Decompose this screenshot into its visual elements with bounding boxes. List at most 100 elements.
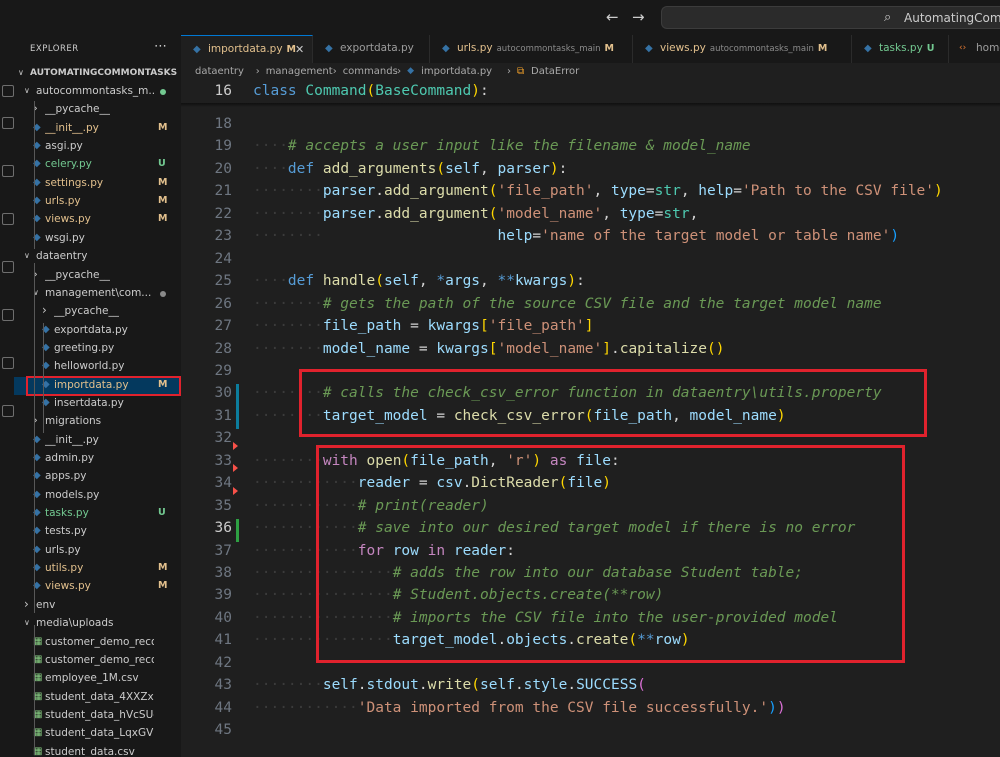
file-asgi-py[interactable]: ◆ asgi.py (14, 138, 181, 156)
extensions-icon[interactable] (2, 261, 14, 273)
code-text: ········parser.add_argument('file_path',… (253, 183, 943, 200)
run-debug-icon[interactable] (2, 213, 14, 225)
tree-item-label: wsgi.py (45, 231, 85, 244)
close-icon[interactable]: ✕ (295, 43, 304, 56)
tree-item-label: greeting.py (54, 341, 115, 354)
file-init-py[interactable]: ◆ __init__.py (14, 432, 181, 450)
tab-label: importdata.py M (208, 43, 296, 55)
file-apps-py[interactable]: ◆ apps.py (14, 468, 181, 486)
chevron-down-icon: ∨ (24, 86, 30, 95)
file-insertdata-py[interactable]: ◆ insertdata.py (14, 395, 181, 413)
file-urls-py[interactable]: ◆ urls.py M (14, 193, 181, 211)
file-student-data-4xxzxb2-csv[interactable]: ▦student_data_4XXZxb2.csv (14, 689, 181, 707)
code-line[interactable]: 22 ········parser.add_argument('model_nam… (181, 204, 1000, 227)
back-arrow-icon[interactable]: ← (606, 8, 619, 26)
line-number: 38 (214, 565, 232, 581)
code-line[interactable]: 25 ····def handle(self, *args, **kwargs): (181, 271, 1000, 294)
search-panel-icon[interactable] (2, 117, 14, 129)
file-tasks-py[interactable]: ◆ tasks.py U (14, 505, 181, 523)
sticky-scroll-line[interactable]: 16 class Command(BaseCommand): (181, 81, 1000, 104)
tab-importdata-py[interactable]: ◆ importdata.py M ✕ (181, 35, 313, 63)
code-line[interactable]: 26 ········# gets the path of the source … (181, 294, 1000, 317)
file-importdata-py[interactable]: ◆ importdata.py M (14, 375, 181, 396)
source-control-icon[interactable] (2, 165, 14, 177)
breadcrumb-item[interactable]: commands (343, 66, 398, 77)
indent-guide (34, 625, 35, 755)
folder-autocommontasks-m[interactable]: ∨ autocommontasks_m... (14, 83, 181, 101)
command-center-search[interactable]: ⌕ AutomatingComm (661, 6, 1000, 29)
folder-migrations[interactable]: › migrations (14, 413, 181, 431)
folder-management-com[interactable]: ∨ management\com... (14, 285, 181, 303)
code-line[interactable]: 28 ········model_name = kwargs['model_nam… (181, 339, 1000, 362)
line-number: 25 (214, 273, 232, 290)
file-celery-py[interactable]: ◆ celery.py U (14, 156, 181, 174)
code-line[interactable]: 23 ········ help='name of the target mode… (181, 226, 1000, 249)
code-line[interactable]: 45 (181, 720, 1000, 743)
explorer-icon[interactable] (2, 85, 14, 97)
folder-pycache[interactable]: › __pycache__ (14, 303, 181, 321)
project-root[interactable]: ∨ AUTOMATINGCOMMONTASKS (14, 65, 181, 83)
folder-pycache[interactable]: › __pycache__ (14, 267, 181, 285)
explorer-header: EXPLORER (30, 44, 79, 54)
file-utils-py[interactable]: ◆ utils.py M (14, 560, 181, 578)
breadcrumb-item[interactable]: management (266, 66, 333, 77)
breadcrumb-item[interactable]: dataentry (195, 66, 244, 77)
code-line[interactable]: 24 (181, 249, 1000, 272)
code-line[interactable]: 44 ············'Data imported from the CS… (181, 698, 1000, 721)
line-number: 35 (214, 497, 232, 514)
file-employee-1m-csv[interactable]: ▦ employee_1M.csv (14, 670, 181, 688)
testing-icon[interactable] (2, 357, 14, 369)
tab-subtitle: autocommontasks_main (709, 44, 814, 54)
code-line[interactable]: 20 ····def add_arguments(self, parser): (181, 159, 1000, 182)
code-line[interactable]: 27 ········file_path = kwargs['file_path'… (181, 316, 1000, 339)
file-exportdata-py[interactable]: ◆ exportdata.py (14, 322, 181, 340)
line-number: 19 (214, 138, 232, 155)
file-customer-demo-records-c[interactable]: ▦customer_demo_records.c... (14, 652, 181, 670)
file-student-data-hvcsug4-csv[interactable]: ▦student_data_hVcSUg4.csv (14, 707, 181, 725)
file-tests-py[interactable]: ◆ tests.py (14, 523, 181, 541)
file-greeting-py[interactable]: ◆ greeting.py (14, 340, 181, 358)
code-line[interactable]: 19 ····# accepts a user input like the fi… (181, 136, 1000, 159)
file-student-data-lqxgvhx-csv[interactable]: ▦student_data_LqxGVhx.csv (14, 725, 181, 743)
tree-item-label: models.py (45, 488, 100, 501)
file-views-py[interactable]: ◆ views.py M (14, 211, 181, 229)
more-actions-icon[interactable]: ⋯ (154, 39, 167, 54)
forward-arrow-icon[interactable]: → (632, 8, 645, 26)
tree-item-label: env (36, 598, 56, 611)
folder-pycache[interactable]: › __pycache__ (14, 101, 181, 119)
breadcrumb-item[interactable]: DataError (531, 66, 579, 77)
folder-media-uploads[interactable]: ∨ media\uploads (14, 615, 181, 633)
tab-views-py[interactable]: ◆ views.py autocommontasks_main M (633, 35, 852, 63)
code-line[interactable]: 21 ········parser.add_argument('file_path… (181, 181, 1000, 204)
tab-urls-py[interactable]: ◆ urls.py autocommontasks_main M (430, 35, 633, 63)
folder-dataentry[interactable]: ∨ dataentry (14, 248, 181, 266)
file-init-py[interactable]: ◆ __init__.py M (14, 120, 181, 138)
docker-icon[interactable] (2, 405, 14, 417)
sticky-shadow (181, 103, 1000, 107)
file-student-data-csv[interactable]: ▦ student_data.csv (14, 744, 181, 757)
remote-explorer-icon[interactable] (2, 309, 14, 321)
breadcrumb-item[interactable]: importdata.py (421, 66, 492, 77)
code-editor[interactable]: 16 class Command(BaseCommand): 18 19 ····#… (181, 81, 1000, 757)
file-settings-py[interactable]: ◆ settings.py M (14, 175, 181, 193)
folder-env[interactable]: › env (14, 597, 181, 615)
file-wsgi-py[interactable]: ◆ wsgi.py (14, 230, 181, 248)
code-line[interactable]: 43 ········self.stdout.write(self.style.S… (181, 675, 1000, 698)
tree-item-label: migrations (45, 415, 102, 428)
line-number: 29 (214, 362, 232, 379)
line-number: 28 (214, 340, 232, 357)
tab-tasks-py[interactable]: ◆ tasks.py U (852, 35, 949, 63)
file-urls-py[interactable]: ◆ urls.py (14, 542, 181, 560)
title-bar: ← → ⌕ AutomatingComm (0, 0, 1000, 35)
file-models-py[interactable]: ◆ models.py (14, 487, 181, 505)
line-number: 30 (214, 385, 232, 402)
file-views-py[interactable]: ◆ views.py M (14, 578, 181, 596)
tab-exportdata-py[interactable]: ◆ exportdata.py (313, 35, 430, 63)
file-customer-demo-records-r[interactable]: ▦customer_demo_records_r... (14, 634, 181, 652)
line-number: 27 (214, 318, 232, 335)
tree-item-label: tests.py (45, 525, 87, 538)
tree-item-label: utils.py (45, 562, 84, 575)
file-helloworld-py[interactable]: ◆ helloworld.py (14, 358, 181, 376)
tab-home[interactable]: ‹› home (949, 35, 1000, 63)
file-admin-py[interactable]: ◆ admin.py (14, 450, 181, 468)
